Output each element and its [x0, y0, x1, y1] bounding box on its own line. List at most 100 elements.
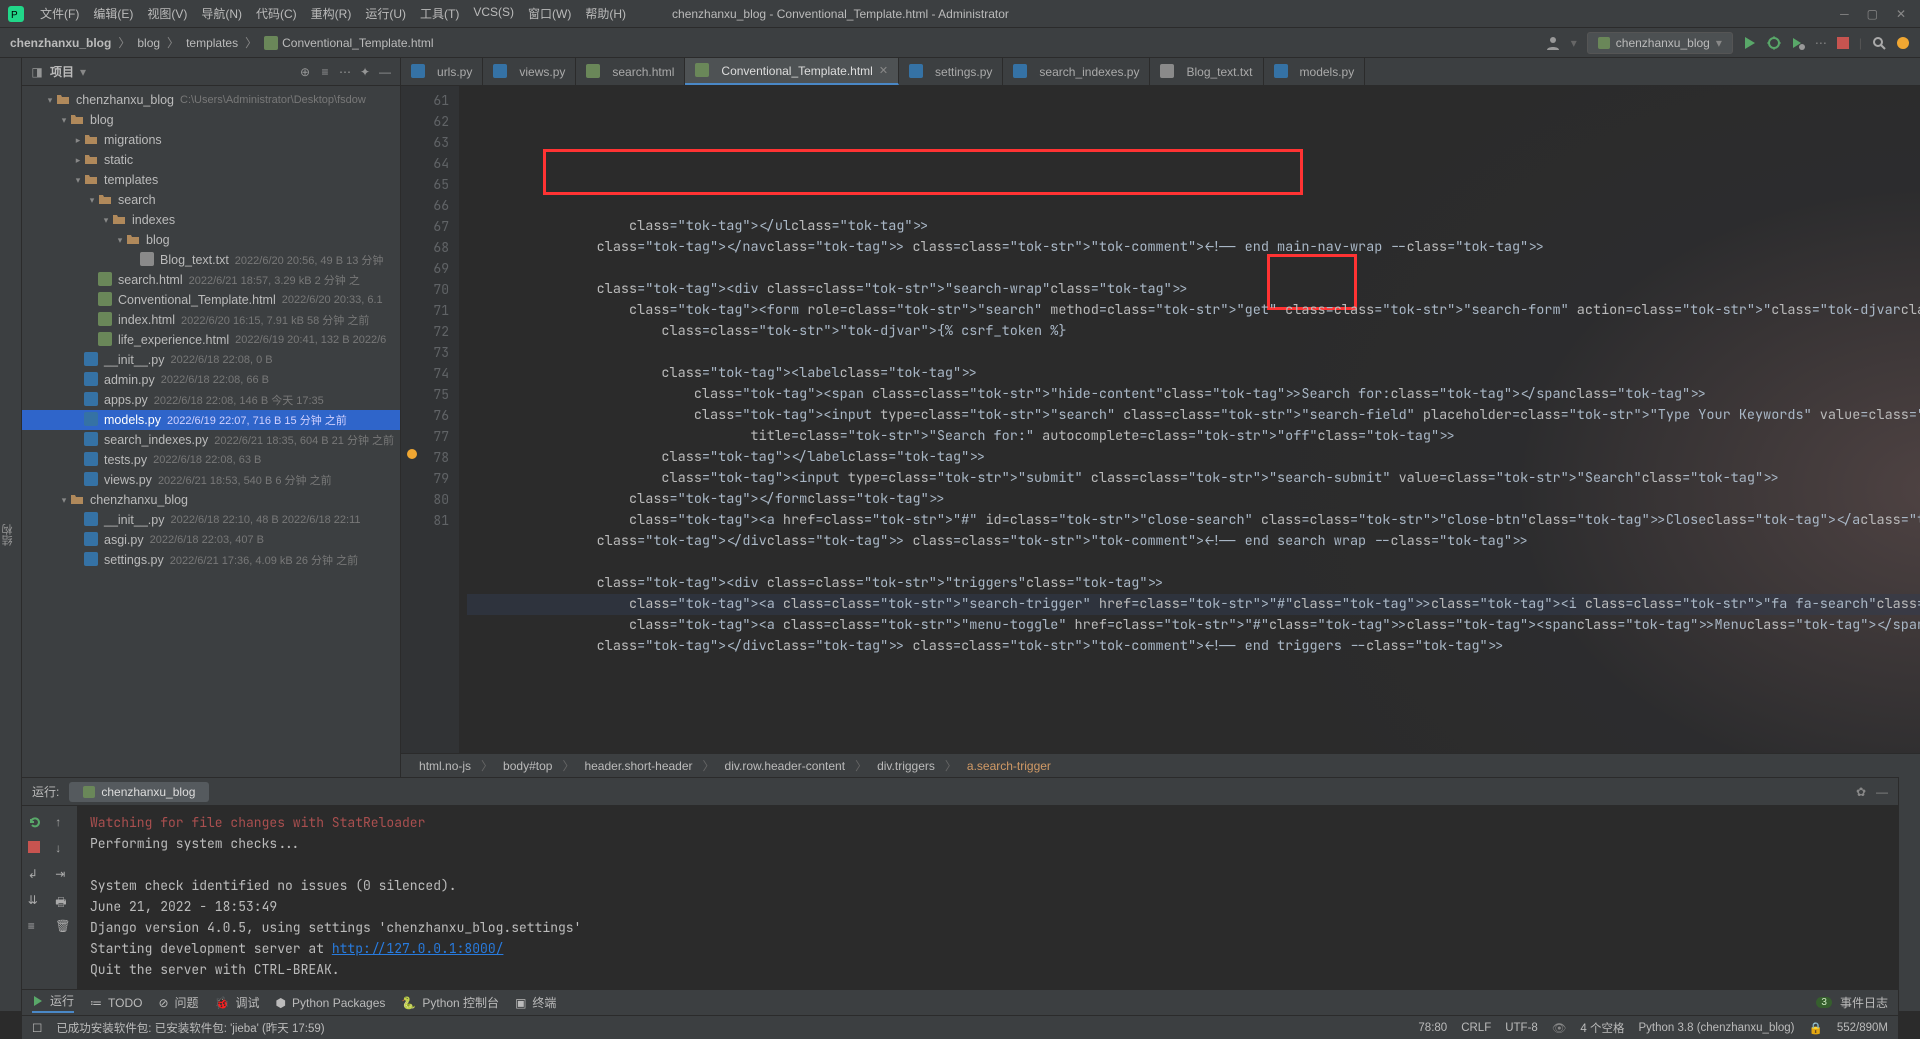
run-tab[interactable]: chenzhanxu_blog — [69, 782, 209, 802]
crumb-item[interactable]: div.row.header-content — [721, 759, 850, 773]
tree-node[interactable]: Blog_text.txt2022/6/20 20:56, 49 B 13 分钟 — [22, 250, 400, 270]
print-icon[interactable]: 🖶 — [55, 893, 71, 909]
code-line[interactable]: class="tok-tag"><div class=class="tok-st… — [467, 279, 1920, 300]
editor-tab[interactable]: search_indexes.py — [1003, 58, 1150, 85]
search-everywhere-icon[interactable] — [1872, 36, 1886, 50]
crumb-item[interactable]: div.triggers — [873, 759, 939, 773]
tree-node[interactable]: ▾indexes — [22, 210, 400, 230]
expand-all-icon[interactable]: ≡ — [318, 65, 332, 79]
crumb-item[interactable]: a.search-trigger — [963, 759, 1055, 773]
readonly-icon[interactable]: 👁 — [1552, 1021, 1567, 1035]
code-line[interactable]: class="tok-tag"><a class=class="tok-str"… — [467, 594, 1920, 615]
tree-node[interactable]: ▾templates — [22, 170, 400, 190]
code-line[interactable]: class="tok-tag"><input type=class="tok-s… — [467, 468, 1920, 489]
trash-icon[interactable]: 🗑 — [55, 919, 71, 935]
run-button[interactable] — [1743, 36, 1757, 50]
menu-code[interactable]: 代码(C) — [250, 1, 303, 26]
clear-icon[interactable]: ≡ — [28, 919, 44, 935]
maximize-button[interactable]: ▢ — [1867, 7, 1878, 21]
tree-node[interactable]: life_experience.html2022/6/19 20:41, 132… — [22, 330, 400, 350]
code-line[interactable]: class="tok-tag"></labelclass="tok-tag">> — [467, 447, 1920, 468]
lock-icon[interactable]: 🔒 — [1809, 1021, 1823, 1035]
status-position[interactable]: 78:80 — [1418, 1022, 1447, 1034]
crumb-project[interactable]: chenzhanxu_blog — [10, 36, 111, 50]
code-line[interactable]: class="tok-tag"></divclass="tok-tag">> c… — [467, 636, 1920, 657]
run-console[interactable]: Watching for file changes with StatReloa… — [78, 806, 1898, 989]
structure-tool[interactable]: 结构 — [0, 524, 16, 546]
code-line[interactable]: class=class="tok-str">"tok-djvar">{% csr… — [467, 321, 1920, 342]
rerun-icon[interactable] — [28, 815, 44, 831]
tree-node[interactable]: tests.py2022/6/18 22:08, 63 B — [22, 450, 400, 470]
run-more-button[interactable] — [1791, 36, 1805, 50]
menu-tools[interactable]: 工具(T) — [414, 1, 465, 26]
code-line[interactable]: class="tok-tag"><input type=class="tok-s… — [467, 405, 1920, 426]
tool-eventlog[interactable]: 事件日志 — [1840, 994, 1888, 1011]
scroll-icon[interactable]: ⇊ — [28, 893, 44, 909]
debug-button[interactable] — [1767, 36, 1781, 50]
tree-node[interactable]: ▾chenzhanxu_blogC:\Users\Administrator\D… — [22, 90, 400, 110]
tree-node[interactable]: search_indexes.py2022/6/21 18:35, 604 B … — [22, 430, 400, 450]
status-interpreter[interactable]: Python 3.8 (chenzhanxu_blog) — [1639, 1022, 1795, 1034]
menu-view[interactable]: 视图(V) — [141, 1, 193, 26]
crumb-item[interactable]: body#top — [499, 759, 556, 773]
crumb-item[interactable]: html.no-js — [415, 759, 475, 773]
minimize-button[interactable]: ─ — [1840, 7, 1849, 21]
code-line[interactable] — [467, 552, 1920, 573]
editor-breadcrumbs[interactable]: html.no-js〉body#top〉header.short-header〉… — [401, 753, 1920, 777]
menu-refactor[interactable]: 重构(R) — [305, 1, 358, 26]
run-config-dropdown[interactable]: chenzhanxu_blog ▾ — [1587, 32, 1733, 54]
code-line[interactable]: class="tok-tag"><labelclass="tok-tag">> — [467, 363, 1920, 384]
menu-help[interactable]: 帮助(H) — [579, 1, 632, 26]
attach-button[interactable]: ⋯ — [1815, 36, 1827, 50]
menu-edit[interactable]: 编辑(E) — [87, 1, 139, 26]
tool-hide-icon[interactable]: — — [1876, 785, 1888, 799]
menu-navigate[interactable]: 导航(N) — [195, 1, 248, 26]
tree-node[interactable]: ▸migrations — [22, 130, 400, 150]
code-line[interactable]: class="tok-tag"><form role=class="tok-st… — [467, 300, 1920, 321]
project-tree[interactable]: ▾chenzhanxu_blogC:\Users\Administrator\D… — [22, 86, 400, 777]
code-line[interactable] — [467, 258, 1920, 279]
code-line[interactable]: title=class="tok-str">"Search for:" auto… — [467, 426, 1920, 447]
close-button[interactable]: ✕ — [1896, 7, 1906, 21]
stop-button[interactable] — [1837, 37, 1849, 49]
code-line[interactable]: class="tok-tag"></ulclass="tok-tag">> — [467, 216, 1920, 237]
status-indicator-icon[interactable]: ☐ — [32, 1021, 42, 1035]
editor-tab[interactable]: settings.py — [899, 58, 1003, 85]
status-indent[interactable]: 4 个空格 — [1580, 1020, 1624, 1036]
tree-node[interactable]: __init__.py2022/6/18 22:10, 48 B 2022/6/… — [22, 510, 400, 530]
settings-icon[interactable]: ✦ — [358, 65, 372, 79]
up-icon[interactable]: ↑ — [55, 815, 71, 831]
code-line[interactable]: class="tok-tag"><a href=class="tok-str">… — [467, 510, 1920, 531]
editor-tab[interactable]: Blog_text.txt — [1150, 58, 1263, 85]
menu-run[interactable]: 运行(U) — [359, 1, 412, 26]
close-tab-icon[interactable]: ✕ — [879, 64, 888, 77]
code-line[interactable] — [467, 342, 1920, 363]
tree-node[interactable]: settings.py2022/6/21 17:36, 4.09 kB 26 分… — [22, 550, 400, 570]
tool-todo[interactable]: ≔TODO — [90, 996, 142, 1010]
tool-run[interactable]: 运行 — [32, 992, 74, 1013]
crumb-folder[interactable]: templates — [186, 36, 238, 50]
menu-file[interactable]: 文件(F) — [34, 1, 85, 26]
code-line[interactable]: class="tok-tag"><a class=class="tok-str"… — [467, 615, 1920, 636]
code-line[interactable]: class="tok-tag"></divclass="tok-tag">> c… — [467, 531, 1920, 552]
tree-node[interactable]: ▾chenzhanxu_blog — [22, 490, 400, 510]
editor-tab[interactable]: Conventional_Template.html✕ — [685, 58, 899, 85]
tree-node[interactable]: Conventional_Template.html2022/6/20 20:3… — [22, 290, 400, 310]
code-line[interactable]: class="tok-tag"><div class=class="tok-st… — [467, 573, 1920, 594]
soft-wrap-icon[interactable]: ⇥ — [55, 867, 71, 883]
tree-node[interactable]: search.html2022/6/21 18:57, 3.29 kB 2 分钟… — [22, 270, 400, 290]
tool-pyconsole[interactable]: 🐍Python 控制台 — [401, 994, 499, 1011]
user-icon[interactable] — [1545, 35, 1561, 51]
status-memory[interactable]: 552/890M — [1837, 1022, 1888, 1034]
code-line[interactable]: class="tok-tag"></navclass="tok-tag">> c… — [467, 237, 1920, 258]
tree-node[interactable]: models.py2022/6/19 22:07, 716 B 15 分钟 之前 — [22, 410, 400, 430]
status-encoding[interactable]: UTF-8 — [1505, 1022, 1538, 1034]
lightbulb-icon[interactable] — [401, 447, 459, 461]
code-line[interactable]: class="tok-tag"></formclass="tok-tag">> — [467, 489, 1920, 510]
tree-node[interactable]: asgi.py2022/6/18 22:03, 407 B — [22, 530, 400, 550]
crumb-item[interactable]: header.short-header — [580, 759, 696, 773]
editor-tab[interactable]: models.py — [1264, 58, 1366, 85]
tree-node[interactable]: index.html2022/6/20 16:15, 7.91 kB 58 分钟… — [22, 310, 400, 330]
tree-node[interactable]: ▾blog — [22, 110, 400, 130]
notifications-icon[interactable] — [1896, 36, 1910, 50]
